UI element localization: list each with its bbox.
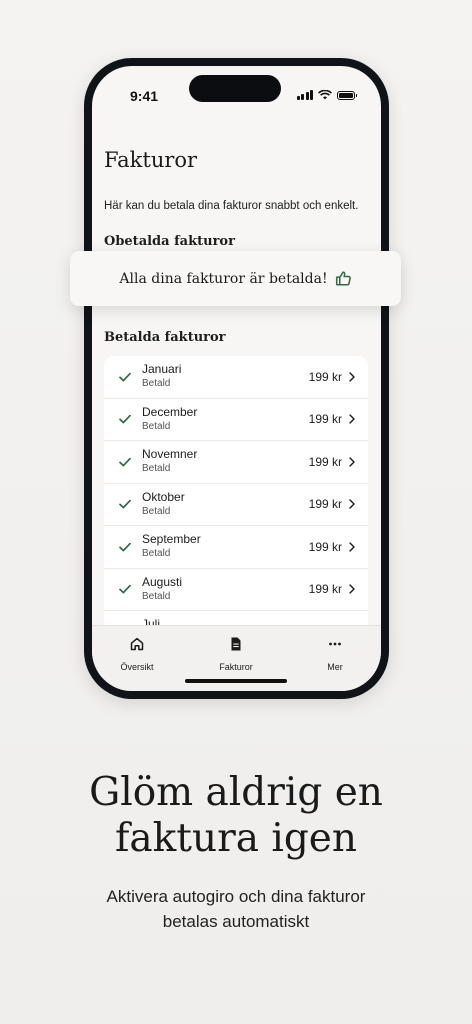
tab-mer[interactable]: Mer bbox=[290, 636, 380, 675]
invoice-row[interactable]: December Betald 199 kr bbox=[104, 399, 368, 441]
status-time: 9:41 bbox=[130, 88, 159, 104]
tab-fakturor[interactable]: Fakturor bbox=[191, 636, 281, 675]
invoice-text: Novemner Betald bbox=[142, 447, 309, 476]
battery-icon bbox=[337, 90, 357, 100]
unpaid-invoices-heading: Obetalda fakturor bbox=[104, 234, 235, 249]
check-icon bbox=[119, 372, 131, 382]
marketing-tagline: Aktivera autogiro och dina fakturor beta… bbox=[0, 884, 472, 934]
invoice-row[interactable]: Novemner Betald 199 kr bbox=[104, 441, 368, 484]
invoice-month: September bbox=[142, 532, 201, 547]
page-title: Fakturor bbox=[104, 148, 198, 172]
invoice-row[interactable]: Oktober Betald 199 kr bbox=[104, 484, 368, 526]
chevron-right-icon bbox=[349, 584, 355, 594]
check-icon bbox=[119, 500, 131, 509]
invoice-month: Januari bbox=[142, 362, 182, 377]
headline-line: faktura igen bbox=[114, 816, 358, 861]
invoice-status: Betald bbox=[142, 548, 171, 560]
invoice-row[interactable]: Januari Betald 199 kr bbox=[104, 356, 368, 399]
document-icon bbox=[231, 637, 241, 651]
check-icon bbox=[119, 585, 131, 594]
tab-label: Översikt bbox=[120, 662, 154, 672]
check-icon bbox=[119, 457, 131, 467]
check-icon bbox=[119, 542, 131, 552]
invoice-status: Betald bbox=[142, 378, 171, 390]
marketing-headline: Glöm aldrig en faktura igen bbox=[0, 770, 472, 862]
invoice-status: Betald bbox=[142, 590, 171, 602]
tab-label: Mer bbox=[327, 662, 343, 672]
more-icon bbox=[329, 642, 341, 646]
tagline-line: Aktivera autogiro och dina fakturor bbox=[106, 887, 366, 906]
phone-screen: 9:41 Fakturor Här kan du betala dina fak… bbox=[92, 66, 381, 691]
invoice-text: Oktober Betald bbox=[142, 490, 309, 519]
status-bar: 9:41 bbox=[92, 66, 381, 110]
invoice-amount: 199 kr bbox=[308, 539, 342, 554]
invoice-status: Betald bbox=[142, 420, 171, 432]
home-icon bbox=[130, 637, 144, 651]
invoice-amount: 199 kr bbox=[308, 369, 342, 384]
status-icons bbox=[296, 90, 357, 100]
invoice-month: Oktober bbox=[142, 489, 185, 504]
chevron-right-icon bbox=[349, 499, 355, 509]
invoice-status: Betald bbox=[142, 505, 171, 517]
chevron-right-icon bbox=[349, 542, 355, 552]
invoice-text: December Betald bbox=[142, 405, 309, 434]
chevron-right-icon bbox=[349, 457, 355, 467]
phone-frame: 9:41 Fakturor Här kan du betala dina fak… bbox=[84, 58, 389, 699]
all-paid-toast: Alla dina fakturor är betalda! bbox=[70, 251, 401, 306]
invoice-month: December bbox=[142, 404, 198, 419]
chevron-right-icon bbox=[349, 414, 355, 424]
home-indicator bbox=[185, 679, 287, 683]
invoice-amount: 199 kr bbox=[308, 412, 342, 427]
invoice-row[interactable]: Augusti Betald 199 kr bbox=[104, 569, 368, 611]
headline-line: Glöm aldrig en bbox=[89, 770, 383, 815]
paid-invoices-list: Januari Betald 199 kr December Betald 199 kr N… bbox=[104, 356, 368, 656]
signal-icon bbox=[296, 90, 313, 100]
check-icon bbox=[119, 415, 131, 424]
chevron-right-icon bbox=[349, 372, 355, 382]
tab-bar: Översikt Fakturor Mer bbox=[92, 625, 381, 691]
wifi-icon bbox=[318, 90, 332, 100]
invoice-month: Novemner bbox=[142, 447, 198, 462]
invoice-text: September Betald bbox=[142, 532, 309, 561]
invoice-status: Betald bbox=[142, 463, 171, 475]
invoice-amount: 199 kr bbox=[308, 582, 342, 597]
paid-invoices-heading: Betalda fakturor bbox=[104, 330, 226, 345]
thumbs-up-icon bbox=[335, 271, 351, 286]
tagline-line: betalas automatiskt bbox=[162, 912, 310, 931]
invoice-month: Augusti bbox=[142, 574, 183, 589]
tab-label: Fakturor bbox=[219, 662, 253, 672]
invoice-amount: 199 kr bbox=[308, 497, 342, 512]
toast-message: Alla dina fakturor är betalda! bbox=[119, 270, 328, 287]
invoice-row[interactable]: September Betald 199 kr bbox=[104, 526, 368, 569]
dynamic-island bbox=[189, 75, 281, 102]
invoice-text: Januari Betald bbox=[142, 362, 309, 391]
page-subtitle: Här kan du betala dina fakturor snabbt o… bbox=[104, 200, 359, 212]
invoice-text: Augusti Betald bbox=[142, 575, 309, 604]
invoice-amount: 199 kr bbox=[308, 454, 342, 469]
tab-oversikt[interactable]: Översikt bbox=[92, 636, 182, 675]
